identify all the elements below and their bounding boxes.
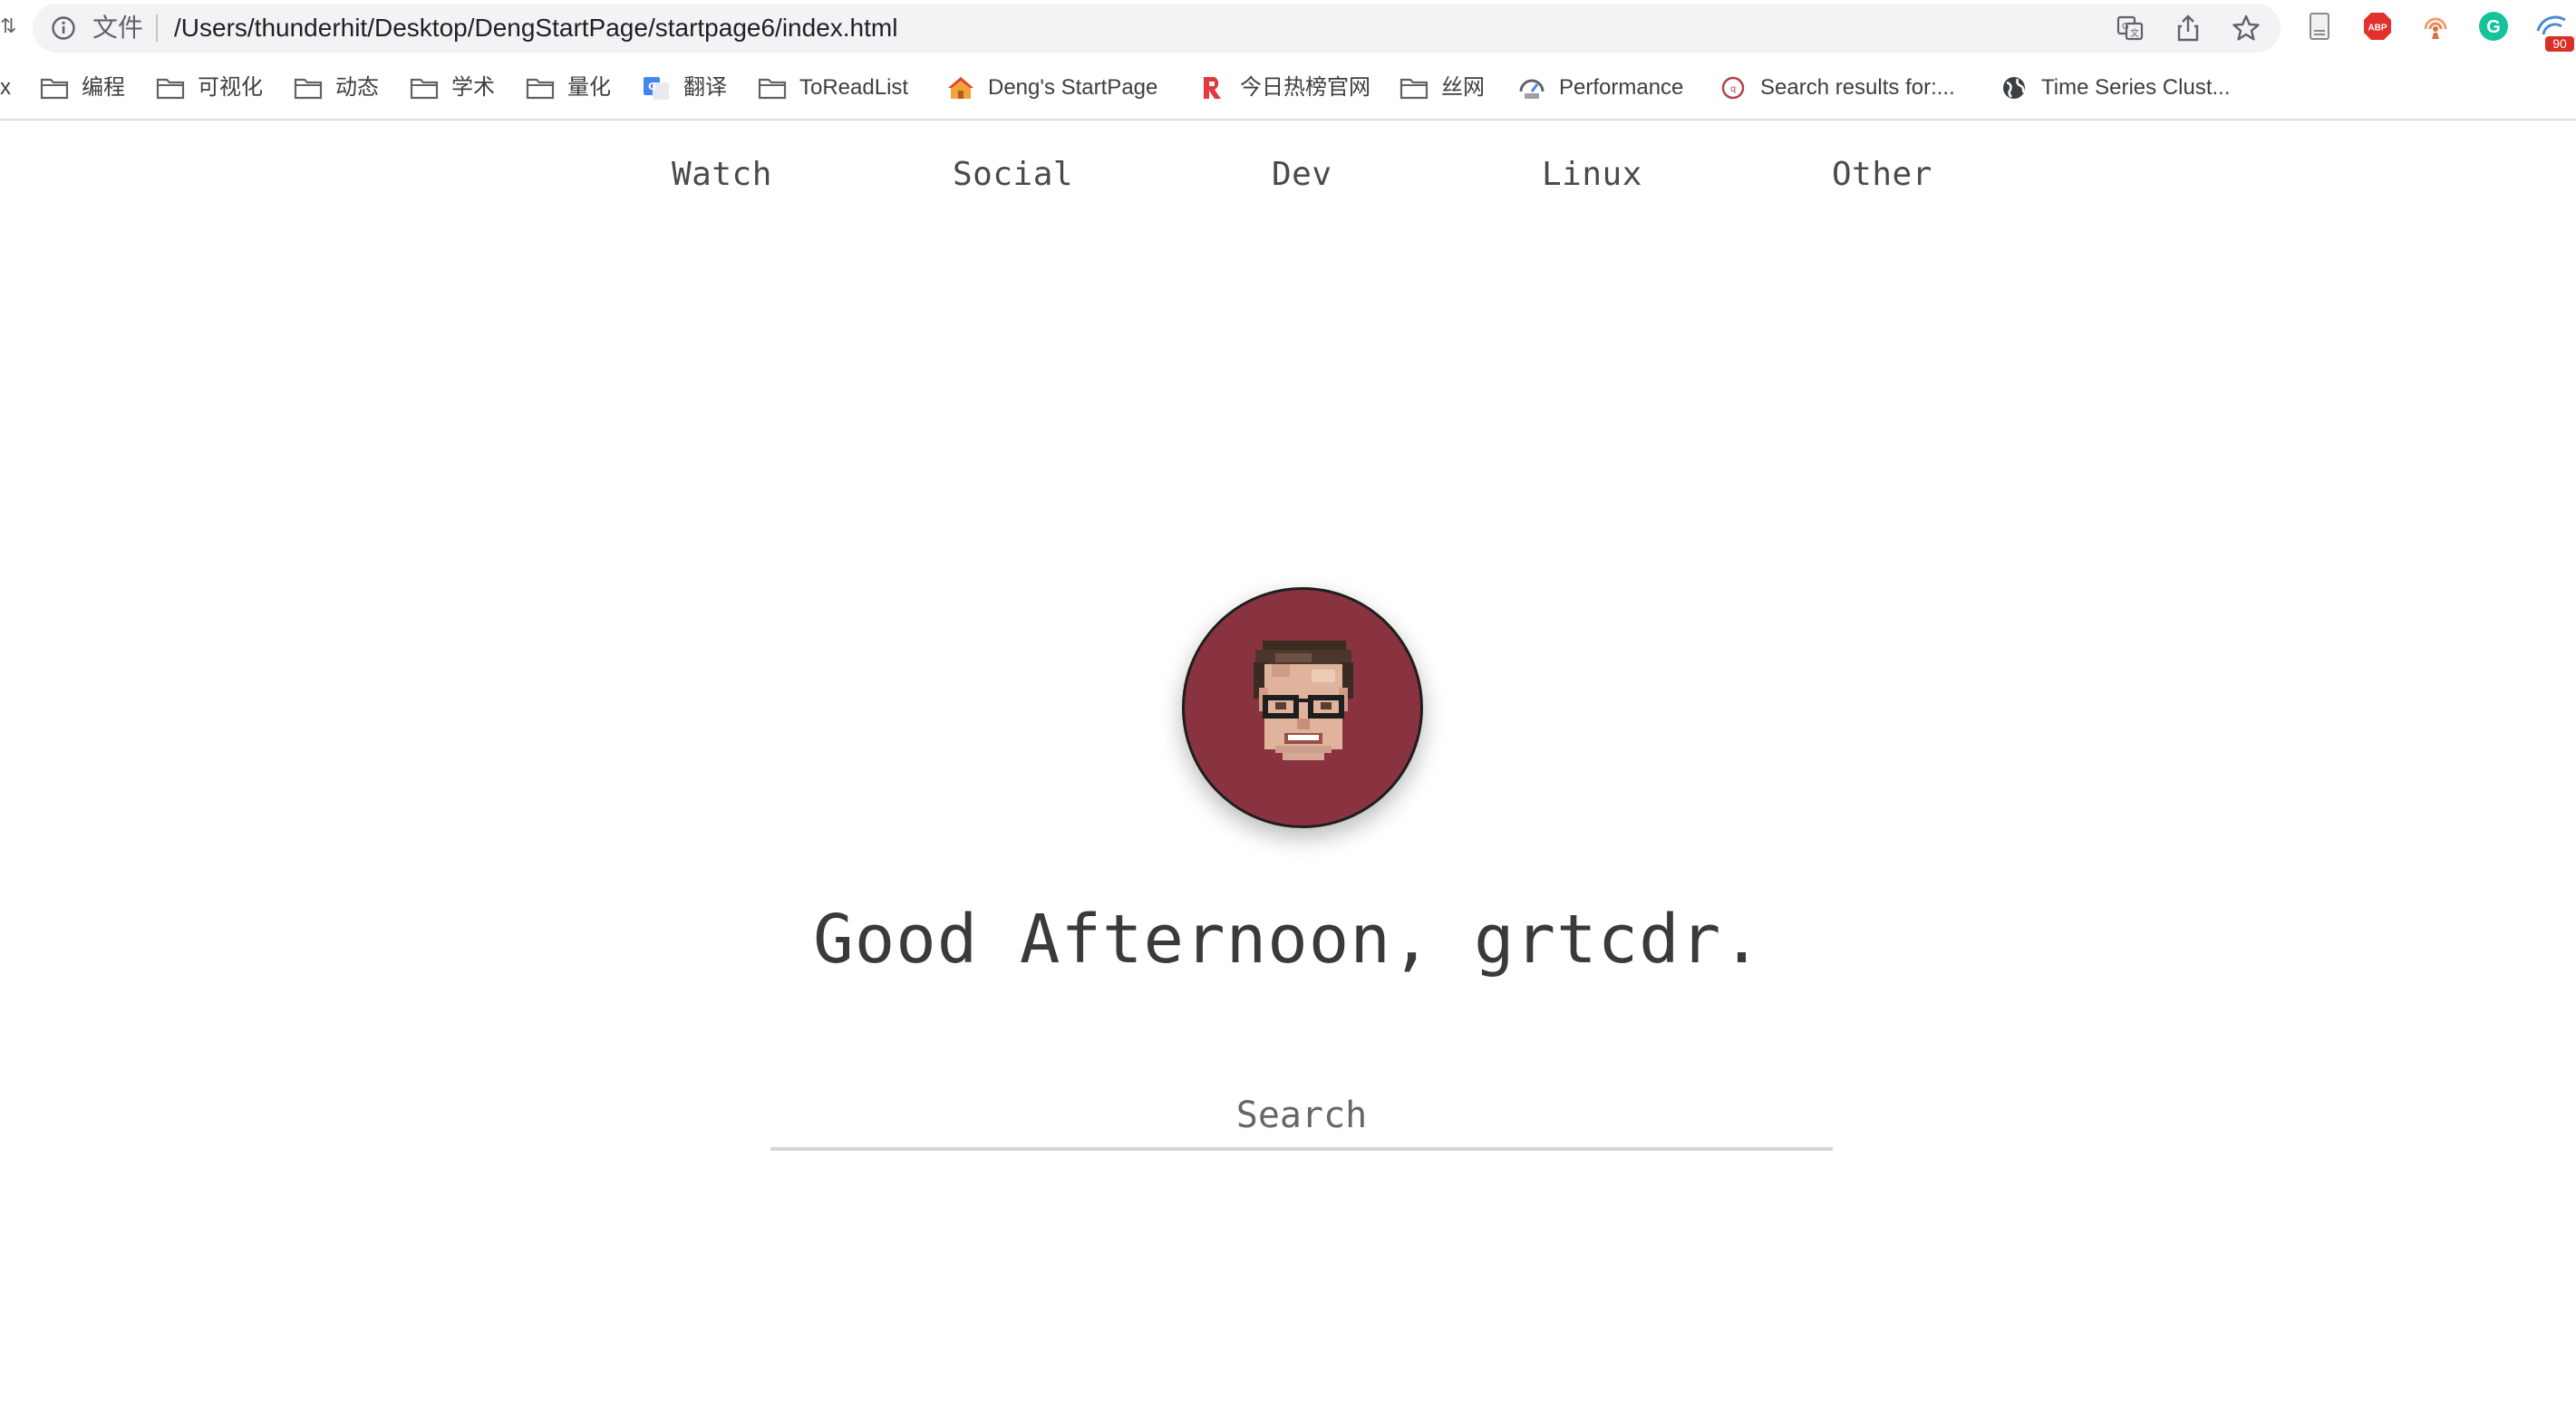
bookmark-cut-label[interactable]: x xyxy=(0,72,11,103)
svg-text:q: q xyxy=(1730,84,1736,94)
nav-linux[interactable]: Linux xyxy=(1542,156,1642,193)
top-nav: Watch Social Dev Linux Other xyxy=(0,156,2576,201)
info-icon[interactable] xyxy=(51,15,76,41)
nav-watch[interactable]: Watch xyxy=(672,156,772,193)
bookmark-search-results[interactable]: q Search results for:... xyxy=(1719,72,1955,103)
folder-icon xyxy=(526,78,555,100)
bookmark-label: ToReadList xyxy=(799,75,909,100)
folder-icon xyxy=(294,78,323,100)
bookmark-dynamics[interactable]: 动态 xyxy=(294,72,379,103)
bookmark-tophub[interactable]: 今日热榜官网 xyxy=(1198,72,1370,103)
bookmark-label: Search results for:... xyxy=(1760,75,1955,100)
bookmark-translate[interactable]: G 翻译 xyxy=(642,72,727,103)
abp-label: ABP xyxy=(2368,24,2387,34)
bookmarks-bar: x 编程 可视化 动态 学术 量化 G 翻译 ToReadList Deng's… xyxy=(0,63,2576,112)
search-input[interactable] xyxy=(770,1084,1833,1151)
address-bar[interactable]: 文件 /Users/thunderhit/Desktop/DengStartPa… xyxy=(33,4,2281,53)
url-separator xyxy=(156,14,158,42)
share-icon[interactable] xyxy=(2174,14,2203,43)
bookmark-label: Performance xyxy=(1559,75,1684,100)
tophub-icon xyxy=(1204,77,1221,99)
folder-icon xyxy=(758,78,787,100)
bookmark-quant[interactable]: 量化 xyxy=(526,72,611,103)
pixel-face-avatar xyxy=(1254,641,1353,760)
bookmark-label: 编程 xyxy=(82,75,125,100)
adblock-plus-icon[interactable]: ABP xyxy=(2362,11,2393,42)
left-edge-glyph: ⇅ xyxy=(0,14,17,37)
bookmark-siwang[interactable]: 丝网 xyxy=(1399,72,1485,103)
bookmark-label: 动态 xyxy=(335,75,379,100)
translate-page-icon[interactable]: G 文 xyxy=(2116,14,2145,43)
bookmark-academic[interactable]: 学术 xyxy=(410,72,495,103)
reader-extension-icon[interactable] xyxy=(2304,11,2335,42)
podcast-extension-icon[interactable] xyxy=(2420,11,2451,42)
file-scheme-label: 文件 xyxy=(92,14,144,42)
bookmark-label: 今日热榜官网 xyxy=(1240,75,1370,100)
bookmark-label: 学术 xyxy=(451,75,495,100)
svg-text:G: G xyxy=(648,81,656,92)
bookmark-label: 丝网 xyxy=(1441,75,1485,100)
google-translate-icon: G xyxy=(644,77,669,100)
grammarly-label: G xyxy=(2486,17,2501,37)
bookmark-label: 量化 xyxy=(567,75,611,100)
extension-badge: 90 xyxy=(2552,36,2567,51)
browser-chrome: ⇅ 文件 /Users/thunderhit/Desktop/DengStart… xyxy=(0,0,2576,121)
wifi-extension-icon[interactable]: 90 xyxy=(2534,11,2576,53)
bookmark-toreadlist[interactable]: ToReadList xyxy=(758,72,908,103)
globe-icon xyxy=(2003,77,2025,99)
nav-other[interactable]: Other xyxy=(1832,156,1932,193)
bookmark-label: 翻译 xyxy=(683,75,727,100)
folder-icon xyxy=(1399,78,1428,100)
bookmark-star-icon[interactable] xyxy=(2232,14,2261,43)
folder-icon xyxy=(40,78,69,100)
nav-social[interactable]: Social xyxy=(953,156,1073,193)
home-icon xyxy=(948,77,973,99)
bookmark-performance[interactable]: Performance xyxy=(1517,72,1683,103)
bookmark-time-series[interactable]: Time Series Clust... xyxy=(2000,72,2231,103)
bookmark-programming[interactable]: 编程 xyxy=(40,72,125,103)
site-icon: q xyxy=(1721,76,1745,100)
nav-dev[interactable]: Dev xyxy=(1272,156,1332,193)
folder-icon xyxy=(156,78,185,100)
folder-icon xyxy=(410,78,439,100)
bookmark-label: 可视化 xyxy=(198,75,263,100)
svg-text:文: 文 xyxy=(2130,27,2139,39)
url-text[interactable]: /Users/thunderhit/Desktop/DengStartPage/… xyxy=(174,12,897,44)
grammarly-icon[interactable]: G xyxy=(2478,11,2509,42)
bookmark-label: Time Series Clust... xyxy=(2041,75,2231,100)
avatar xyxy=(1182,587,1423,828)
bookmark-label: Deng's StartPage xyxy=(988,75,1158,100)
svg-text:G: G xyxy=(2122,22,2129,32)
performance-icon xyxy=(1519,79,1545,99)
greeting-heading: Good Afternoon, grtcdr. xyxy=(813,901,1763,979)
bookmark-startpage[interactable]: Deng's StartPage xyxy=(946,72,1157,103)
bookmark-visualization[interactable]: 可视化 xyxy=(156,72,263,103)
